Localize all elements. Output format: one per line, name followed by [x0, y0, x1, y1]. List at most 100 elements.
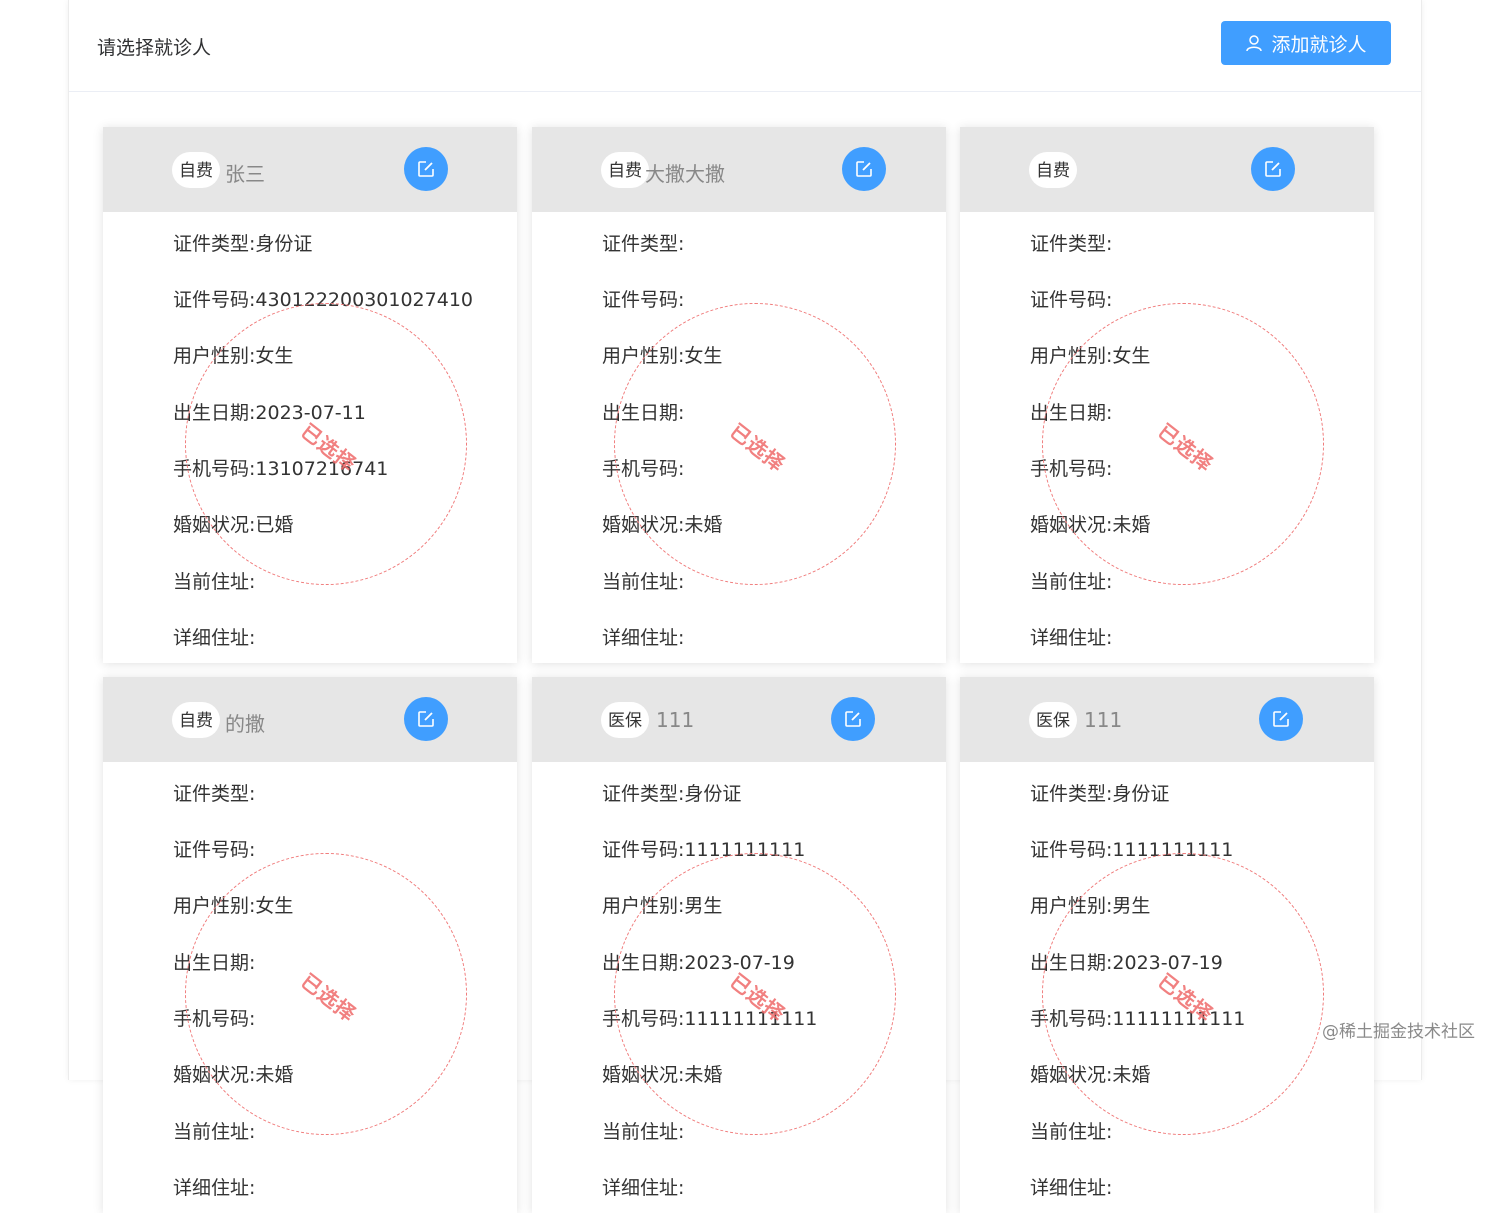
edit-button[interactable]	[842, 147, 886, 191]
field-value: 男生	[1112, 895, 1151, 917]
info-row-id-type: 证件类型:	[173, 779, 255, 806]
field-label: 当前住址:	[173, 1121, 256, 1143]
edit-button[interactable]	[404, 147, 448, 191]
page-title: 请选择就诊人	[97, 37, 212, 59]
user-icon	[1246, 35, 1263, 52]
selected-stamp-text: 已选择	[1153, 418, 1218, 477]
field-label: 出生日期:	[1030, 402, 1113, 424]
field-label: 证件号码:	[1030, 839, 1113, 861]
info-row-marital: 婚姻状况:已婚	[173, 510, 293, 537]
field-value: 未婚	[255, 1064, 294, 1086]
info-row-birth-date: 出生日期:	[1030, 398, 1112, 425]
info-row-detail-address: 详细住址:	[1030, 1173, 1112, 1200]
patient-card[interactable]: 自费 的撒 证件类型: 证件号码: 用户性别:女生 出生日期: 手机号码: 婚姻状况:未婚 当前…	[103, 677, 517, 1213]
info-row-id-number: 证件号码:	[173, 835, 255, 862]
info-row-detail-address: 详细住址:	[602, 1173, 684, 1200]
info-row-current-address: 当前住址:	[1030, 1117, 1112, 1144]
field-value: 2023-07-11	[255, 402, 366, 424]
info-row-current-address: 当前住址:	[173, 567, 255, 594]
patient-name: 111	[656, 708, 695, 732]
edit-button[interactable]	[1259, 697, 1303, 741]
field-value: 未婚	[1112, 1064, 1151, 1086]
info-row-gender: 用户性别:女生	[602, 341, 722, 368]
field-label: 用户性别:	[602, 345, 685, 367]
field-label: 出生日期:	[173, 952, 256, 974]
field-value: 2023-07-19	[684, 952, 795, 974]
field-label: 详细住址:	[602, 627, 685, 649]
info-row-id-type: 证件类型:身份证	[173, 229, 312, 256]
info-row-marital: 婚姻状况:未婚	[602, 1060, 722, 1087]
field-label: 证件类型:	[173, 783, 256, 805]
info-row-id-type: 证件类型:身份证	[602, 779, 741, 806]
field-value: 13107216741	[255, 458, 389, 480]
field-label: 出生日期:	[602, 402, 685, 424]
patient-card[interactable]: 自费 证件类型: 证件号码: 用户性别:女生 出生日期: 手机号码: 婚姻状况:未婚 当前住址…	[960, 127, 1374, 663]
field-label: 用户性别:	[1030, 895, 1113, 917]
info-row-phone: 手机号码:	[173, 1004, 255, 1031]
field-label: 证件号码:	[602, 839, 685, 861]
field-label: 当前住址:	[602, 1121, 685, 1143]
edit-button[interactable]	[404, 697, 448, 741]
info-row-id-type: 证件类型:身份证	[1030, 779, 1169, 806]
field-label: 手机号码:	[1030, 1008, 1113, 1030]
field-label: 手机号码:	[173, 1008, 256, 1030]
edit-button[interactable]	[831, 697, 875, 741]
patient-card[interactable]: 医保 111 证件类型:身份证 证件号码:1111111111 用户性别:男生 出生日期:…	[532, 677, 946, 1213]
payment-tag: 医保	[1029, 702, 1077, 738]
field-label: 详细住址:	[1030, 1177, 1113, 1199]
watermark: @稀土掘金技术社区	[1322, 1022, 1475, 1042]
info-row-current-address: 当前住址:	[1030, 567, 1112, 594]
info-row-id-type: 证件类型:	[1030, 229, 1112, 256]
field-label: 当前住址:	[1030, 1121, 1113, 1143]
patient-card[interactable]: 自费 大撒大撒证件类型: 证件号码: 用户性别:女生出生日期: 手机号码: 婚姻状况:未婚…	[532, 127, 946, 663]
field-label: 证件号码:	[173, 839, 256, 861]
field-label: 证件号码:	[602, 289, 685, 311]
field-label: 证件号码:	[173, 289, 256, 311]
field-value: 430122200301027410	[255, 289, 473, 311]
field-label: 手机号码:	[602, 458, 685, 480]
card-header: 医保 111	[532, 677, 946, 762]
info-row-marital: 婚姻状况:未婚	[602, 510, 722, 537]
info-row-detail-address: 详细住址:	[173, 623, 255, 650]
field-value: 身份证	[1112, 783, 1170, 805]
field-label: 证件号码:	[1030, 289, 1113, 311]
field-label: 出生日期:	[1030, 952, 1113, 974]
info-row-gender: 用户性别:女生	[1030, 341, 1150, 368]
field-label: 手机号码:	[1030, 458, 1113, 480]
field-value: 女生	[1112, 345, 1151, 367]
info-row-marital: 婚姻状况:未婚	[1030, 1060, 1150, 1087]
add-patient-button[interactable]: 添加就诊人	[1221, 21, 1391, 65]
info-row-phone: 手机号码:11111111111	[1030, 1004, 1245, 1031]
payment-tag: 自费	[172, 702, 220, 738]
field-label: 证件类型:	[602, 233, 685, 255]
panel-header: 请选择就诊人 添加就诊人	[69, 0, 1421, 92]
edit-button[interactable]	[1251, 147, 1295, 191]
info-row-detail-address: 详细住址:	[602, 623, 684, 650]
field-label: 当前住址:	[173, 571, 256, 593]
payment-tag: 自费	[172, 152, 220, 188]
info-row-current-address: 当前住址:	[602, 1117, 684, 1144]
info-row-phone: 手机号码:	[602, 454, 684, 481]
card-header: 自费 大撒大撒	[532, 127, 946, 212]
field-label: 用户性别:	[1030, 345, 1113, 367]
patient-card[interactable]: 自费 张三 证件类型:身份证 证件号码:430122200301027410 用户性别:…	[103, 127, 517, 663]
patient-card[interactable]: 医保 111 证件类型:身份证 证件号码:1111111111 用户性别:男生 出生日期:…	[960, 677, 1374, 1213]
field-label: 证件类型:	[1030, 233, 1113, 255]
card-header: 自费	[960, 127, 1374, 212]
info-row-detail-address: 详细住址:	[173, 1173, 255, 1200]
field-value: 男生	[684, 895, 723, 917]
info-row-id-number: 证件号码:1111111111	[602, 835, 805, 862]
field-value: 身份证	[255, 233, 313, 255]
field-value: 女生	[255, 345, 294, 367]
info-row-id-number: 证件号码:430122200301027410	[173, 285, 473, 312]
field-label: 当前住址:	[602, 571, 685, 593]
patient-name: 大撒大撒	[645, 162, 725, 186]
field-label: 用户性别:	[173, 345, 256, 367]
field-label: 婚姻状况:	[173, 514, 256, 536]
field-label: 证件类型:	[173, 233, 256, 255]
field-value: 11111111111	[1112, 1008, 1246, 1030]
payment-tag: 自费	[601, 152, 649, 188]
patient-name: 111	[1084, 708, 1123, 732]
info-row-id-number: 证件号码:	[602, 285, 684, 312]
field-value: 身份证	[684, 783, 742, 805]
